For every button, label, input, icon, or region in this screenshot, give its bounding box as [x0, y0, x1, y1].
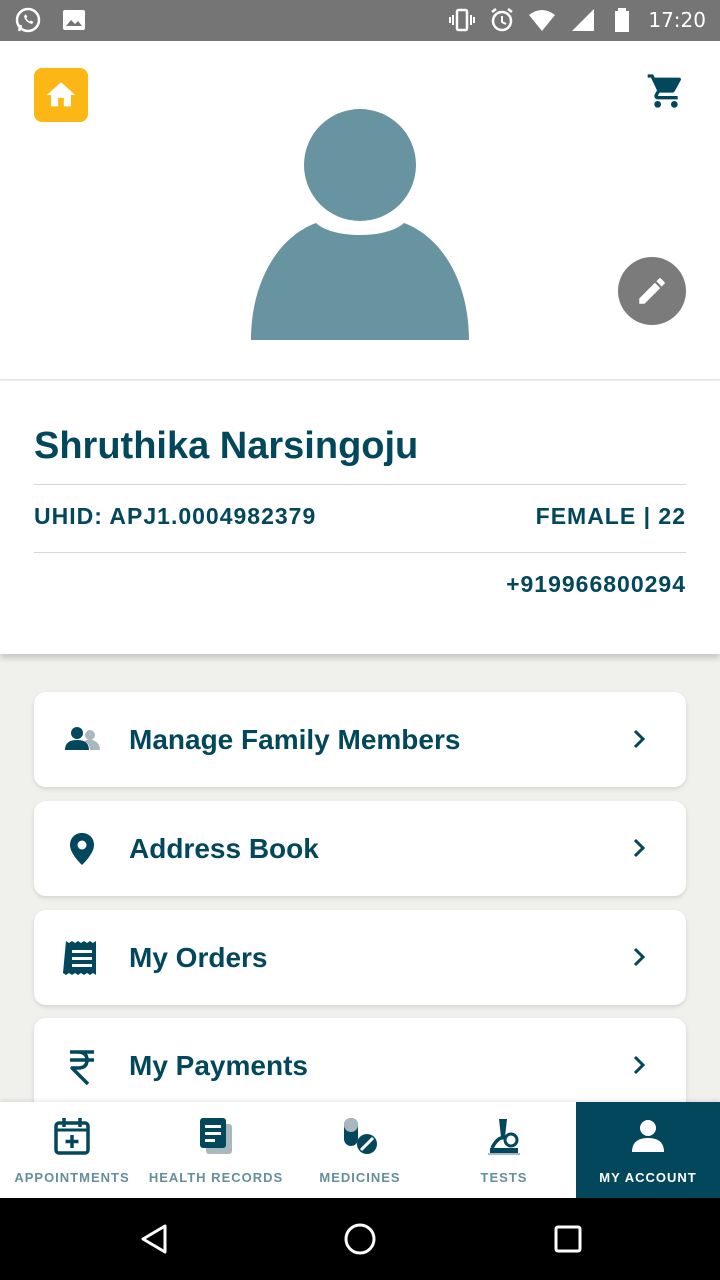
- pills-icon: [338, 1114, 382, 1158]
- alarm-icon: [488, 6, 516, 34]
- status-bar: 17:20: [0, 0, 720, 41]
- profile-info-card: Shruthika Narsingoju UHID: APJ1.00049823…: [0, 381, 720, 654]
- divider: [34, 552, 686, 553]
- family-icon: [62, 720, 102, 760]
- edit-profile-button[interactable]: [618, 257, 686, 325]
- tab-medicines[interactable]: MEDICINES: [288, 1102, 432, 1198]
- calendar-plus-icon: [50, 1114, 94, 1158]
- cart-icon: [647, 74, 682, 108]
- receipt-icon: [62, 938, 102, 978]
- tab-health-records[interactable]: HEALTH RECORDS: [144, 1102, 288, 1198]
- tab-tests[interactable]: TESTS: [432, 1102, 576, 1198]
- chevron-right-icon: [633, 947, 646, 967]
- whatsapp-icon: [14, 6, 42, 34]
- home-icon: [46, 82, 76, 107]
- image-icon: [60, 6, 88, 34]
- signal-icon: [568, 6, 596, 34]
- menu-item-manage-family[interactable]: Manage Family Members: [34, 692, 686, 787]
- home-button[interactable]: [34, 68, 88, 122]
- wifi-icon: [528, 6, 556, 34]
- cart-button[interactable]: [644, 69, 688, 113]
- menu-item-my-payments[interactable]: My Payments: [34, 1018, 686, 1113]
- microscope-icon: [482, 1114, 526, 1158]
- battery-icon: [608, 6, 636, 34]
- phone-number: +919966800294: [506, 571, 686, 597]
- tab-label: HEALTH RECORDS: [148, 1170, 284, 1185]
- chevron-right-icon: [633, 1055, 646, 1075]
- divider: [34, 484, 686, 485]
- uhid-text: UHID: APJ1.0004982379: [34, 503, 317, 529]
- recents-button[interactable]: [548, 1219, 588, 1259]
- tab-label: MY ACCOUNT: [599, 1170, 697, 1185]
- menu-item-label: My Orders: [129, 942, 268, 973]
- chevron-right-icon: [633, 838, 646, 858]
- menu-item-label: Manage Family Members: [129, 724, 461, 755]
- circle-home-icon: [344, 1223, 376, 1255]
- pencil-icon: [639, 278, 665, 304]
- profile-avatar: [248, 107, 472, 343]
- gender-age-text: FEMALE | 22: [535, 503, 686, 529]
- menu-item-label: Address Book: [129, 833, 319, 864]
- user-name: Shruthika Narsingoju: [34, 425, 419, 467]
- back-button[interactable]: [134, 1219, 174, 1259]
- tab-label: APPOINTMENTS: [14, 1170, 130, 1185]
- tab-appointments[interactable]: APPOINTMENTS: [0, 1102, 144, 1198]
- home-system-button[interactable]: [340, 1219, 380, 1259]
- vibrate-icon: [448, 6, 476, 34]
- rupee-icon: [62, 1046, 102, 1086]
- account-icon: [626, 1114, 670, 1158]
- tab-label: MEDICINES: [319, 1170, 401, 1185]
- chevron-right-icon: [633, 729, 646, 749]
- back-icon: [141, 1224, 167, 1254]
- profile-header: [0, 41, 720, 380]
- menu-item-label: My Payments: [129, 1050, 308, 1081]
- records-icon: [194, 1114, 238, 1158]
- bottom-navigation: APPOINTMENTS HEALTH RECORDS MEDICINES TE…: [0, 1102, 720, 1198]
- tab-label: TESTS: [480, 1170, 528, 1185]
- menu-item-address-book[interactable]: Address Book: [34, 801, 686, 896]
- tab-my-account[interactable]: MY ACCOUNT: [576, 1102, 720, 1198]
- status-time: 17:20: [648, 8, 706, 32]
- system-navigation-bar: [0, 1198, 720, 1280]
- square-recents-icon: [554, 1225, 582, 1253]
- location-pin-icon: [62, 829, 102, 869]
- menu-item-my-orders[interactable]: My Orders: [34, 910, 686, 1005]
